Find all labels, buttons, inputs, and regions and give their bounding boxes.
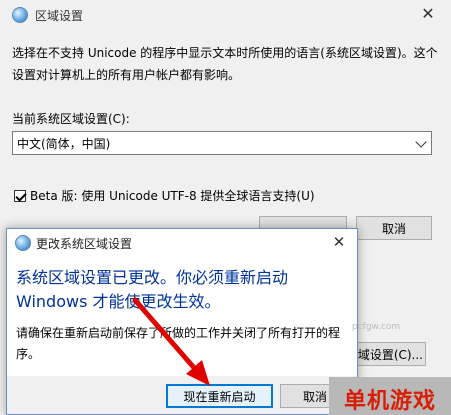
annotation-arrow — [132, 297, 210, 386]
watermark-text: 单机游戏 — [343, 389, 436, 414]
site-watermark: 单机游戏 — [329, 377, 451, 415]
watermark-url: pcfgw.com — [352, 322, 401, 332]
